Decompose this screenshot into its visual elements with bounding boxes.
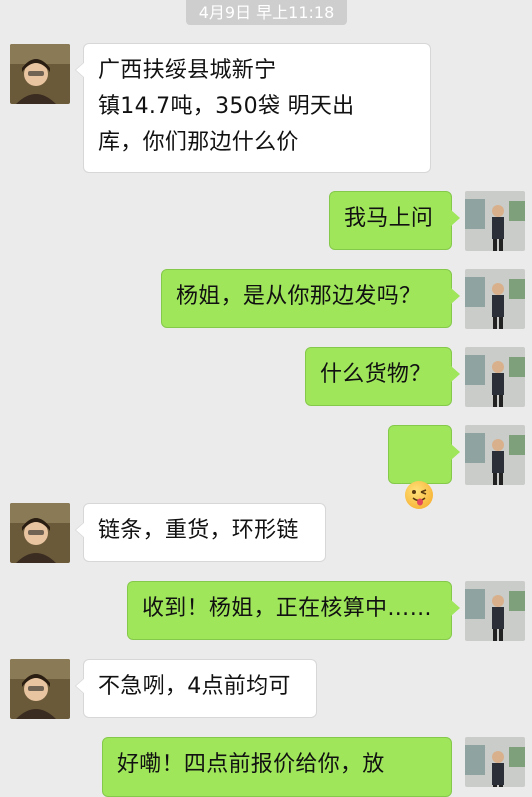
incoming-message-bubble[interactable]: 链条，重货，环形链: [75, 503, 326, 562]
user-avatar[interactable]: [465, 269, 525, 329]
outgoing-message-bubble[interactable]: 好嘞！四点前报价给你，放: [102, 737, 452, 797]
outgoing-message-bubble[interactable]: 我马上问: [329, 191, 460, 250]
incoming-message-bubble[interactable]: 不急咧，4点前均可: [75, 659, 317, 718]
user-avatar[interactable]: [465, 425, 525, 485]
contact-avatar[interactable]: [10, 659, 70, 719]
user-avatar[interactable]: [465, 581, 525, 641]
user-avatar[interactable]: [465, 347, 525, 407]
outgoing-message-bubble[interactable]: 什么货物？: [305, 347, 460, 406]
incoming-message-bubble[interactable]: 广西扶绥县城新宁 镇14.7吨，350袋 明天出 库，你们那边什么价: [75, 43, 431, 173]
outgoing-message-bubble[interactable]: 杨姐，是从你那边发吗？: [161, 269, 460, 328]
user-avatar[interactable]: [465, 191, 525, 251]
timestamp-label: 4月9日 早上11:18: [186, 0, 347, 25]
user-avatar[interactable]: [465, 737, 525, 787]
winking-tongue-emoji-icon: [405, 481, 433, 509]
contact-avatar[interactable]: [10, 503, 70, 563]
outgoing-emoji-bubble[interactable]: [388, 425, 460, 509]
contact-avatar[interactable]: [10, 44, 70, 104]
outgoing-message-bubble[interactable]: 收到！杨姐，正在核算中……: [127, 581, 460, 640]
